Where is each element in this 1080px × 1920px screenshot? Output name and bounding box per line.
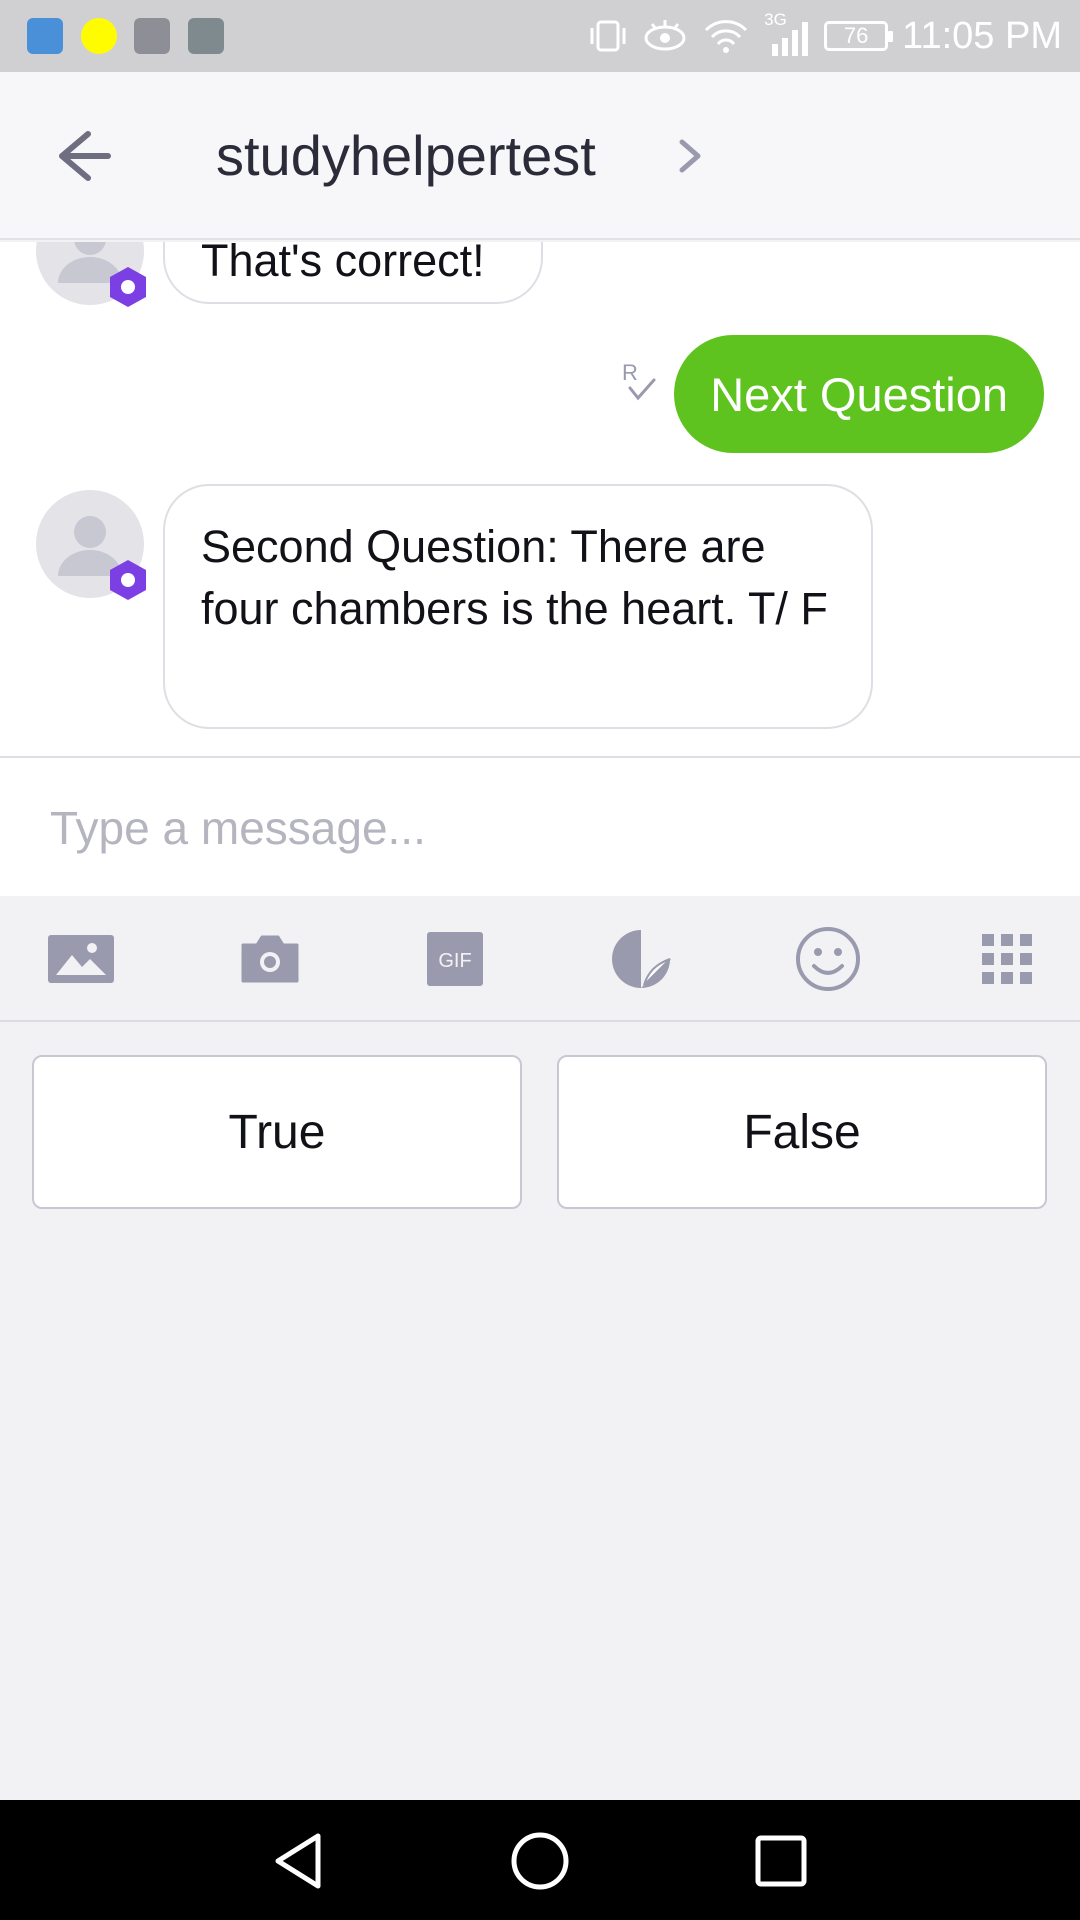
chevron-right-icon[interactable] [672, 134, 708, 178]
gif-label: GIF [438, 950, 471, 972]
read-receipt-icon: R [618, 358, 662, 406]
back-button[interactable] [48, 124, 120, 188]
cell-signal-icon: 3G [764, 10, 810, 58]
triangle-back-icon [275, 1833, 321, 1889]
snapchat-icon [81, 18, 117, 54]
system-nav-bar [0, 1800, 1080, 1920]
nav-recents-button[interactable] [750, 1830, 812, 1892]
user-message-bubble: Next Question [674, 335, 1044, 453]
camera-icon [241, 935, 299, 983]
image-icon [48, 935, 114, 983]
gif-button[interactable]: GIF [420, 926, 490, 992]
nav-home-button[interactable] [509, 1830, 571, 1892]
sticker-icon [612, 930, 671, 988]
composer [0, 756, 1080, 896]
battery-indicator: 76 [824, 21, 894, 51]
eye-comfort-icon [644, 20, 686, 51]
square-recents-icon [755, 1835, 807, 1887]
message-text: Next Question [710, 367, 1008, 421]
bot-avatar[interactable] [36, 490, 146, 600]
message-text: Second Question: There are four chambers… [201, 521, 828, 634]
read-receipt-label: R [622, 360, 638, 385]
arrow-left-icon [59, 131, 111, 181]
message-text: That's correct! [201, 242, 485, 286]
bot-badge-icon [110, 560, 146, 600]
message-input[interactable] [48, 788, 1028, 868]
channel-title[interactable]: studyhelpertest [216, 124, 596, 188]
message-list[interactable]: That's correct! R Next Question Second Q… [0, 242, 1080, 756]
image-button[interactable] [46, 926, 116, 992]
apps-grid-icon [982, 934, 1032, 984]
gif-icon: GIF [427, 932, 483, 986]
gallery-icon [134, 18, 170, 54]
clock: 11:05 PM [902, 14, 1062, 57]
app-notification-icon [188, 18, 224, 54]
health-app-icon [27, 18, 63, 54]
status-bar: 3G 76 11:05 PM [0, 0, 1080, 72]
bot-badge-icon [110, 267, 146, 307]
wifi-icon [705, 20, 748, 53]
attachment-toolbar: GIF [0, 896, 1080, 1022]
message-bubble: Second Question: There are four chambers… [163, 484, 873, 729]
sticker-button[interactable] [606, 926, 676, 992]
vibrate-icon [590, 20, 626, 52]
bot-avatar[interactable] [36, 242, 146, 307]
emoji-icon [796, 927, 860, 991]
more-apps-button[interactable] [972, 926, 1042, 992]
nav-back-button[interactable] [268, 1830, 330, 1892]
camera-button[interactable] [235, 926, 305, 992]
emoji-button[interactable] [793, 926, 863, 992]
chat-header: studyhelpertest [0, 72, 1080, 240]
message-bubble: That's correct! [163, 242, 543, 304]
circle-home-icon [511, 1832, 569, 1890]
quick-reply-false-button[interactable]: False [557, 1055, 1047, 1209]
quick-reply-true-button[interactable]: True [32, 1055, 522, 1209]
